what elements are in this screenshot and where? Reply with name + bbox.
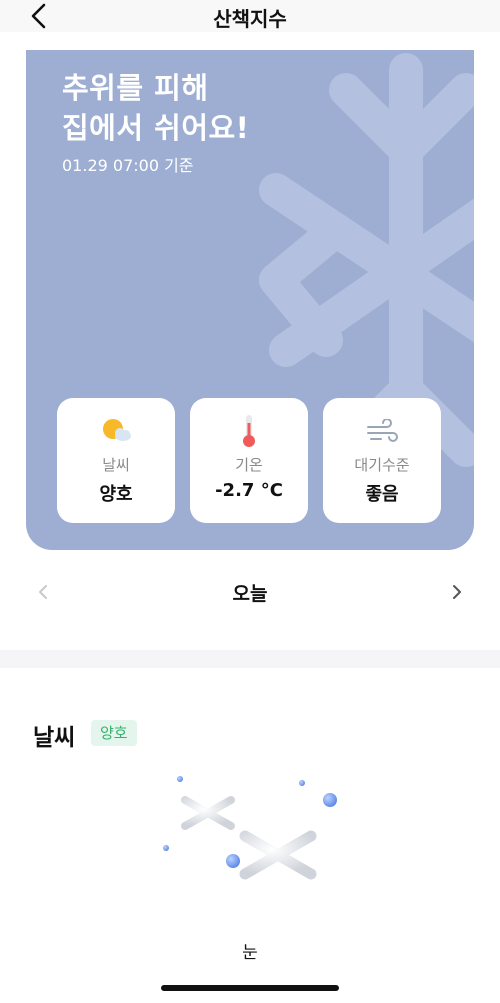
- sun-cloud-icon: [103, 419, 131, 441]
- hero-timestamp: 01.29 07:00 기준: [62, 156, 194, 175]
- air-quality-card-label: 대기수준: [354, 456, 410, 474]
- weather-section-title: 날씨: [33, 725, 76, 751]
- snowflakes-icon: [163, 776, 337, 899]
- section-divider: [0, 650, 500, 668]
- wind-icon: [367, 419, 398, 442]
- weather-caption: 눈: [242, 943, 258, 963]
- weather-card-label: 날씨: [102, 456, 130, 474]
- air-quality-card-value: 좋음: [365, 484, 399, 505]
- hero-headline: 추위를 피해 집에서 쉬어요!: [62, 71, 250, 145]
- weather-status-badge: 양호: [91, 720, 137, 746]
- weather-card-value: 양호: [99, 484, 133, 505]
- weather-card[interactable]: 날씨 양호: [57, 398, 175, 523]
- thermometer-icon: [243, 415, 255, 447]
- top-nav-bar: 산책지수: [0, 0, 500, 32]
- temperature-card-value: -2.7 °C: [215, 480, 283, 501]
- air-quality-card[interactable]: 대기수준 좋음: [323, 398, 441, 523]
- page-title: 산책지수: [213, 7, 287, 31]
- temperature-card-label: 기온: [235, 456, 263, 474]
- day-label: 오늘: [232, 583, 268, 605]
- walk-index-hero: 추위를 피해 집에서 쉬어요! 01.29 07:00 기준 날씨 양호 기온 …: [26, 50, 474, 550]
- home-indicator[interactable]: [161, 985, 339, 991]
- chevron-right-icon: [453, 585, 461, 599]
- temperature-card[interactable]: 기온 -2.7 °C: [190, 398, 308, 523]
- day-navigator: 오늘: [0, 570, 500, 614]
- next-day-button[interactable]: [450, 582, 464, 602]
